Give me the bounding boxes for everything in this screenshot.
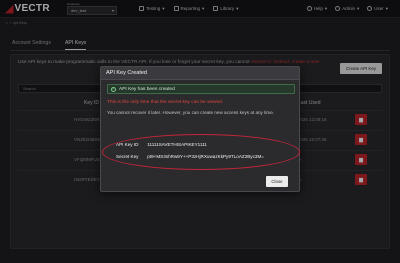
success-message: API Key has been created — [119, 86, 175, 92]
secret-warning: This is the only time that the secret ke… — [107, 100, 224, 105]
api-key-created-dialog: API Key Created ✓ API Key has been creat… — [100, 66, 300, 192]
recovery-info: You cannot recover it later. However, yo… — [107, 110, 275, 115]
check-circle-icon: ✓ — [111, 86, 116, 92]
annotation-ellipse — [102, 134, 300, 170]
close-button[interactable]: Close — [266, 176, 288, 187]
dialog-title: API Key Created — [101, 67, 299, 80]
success-alert: ✓ API Key has been created — [107, 84, 295, 94]
